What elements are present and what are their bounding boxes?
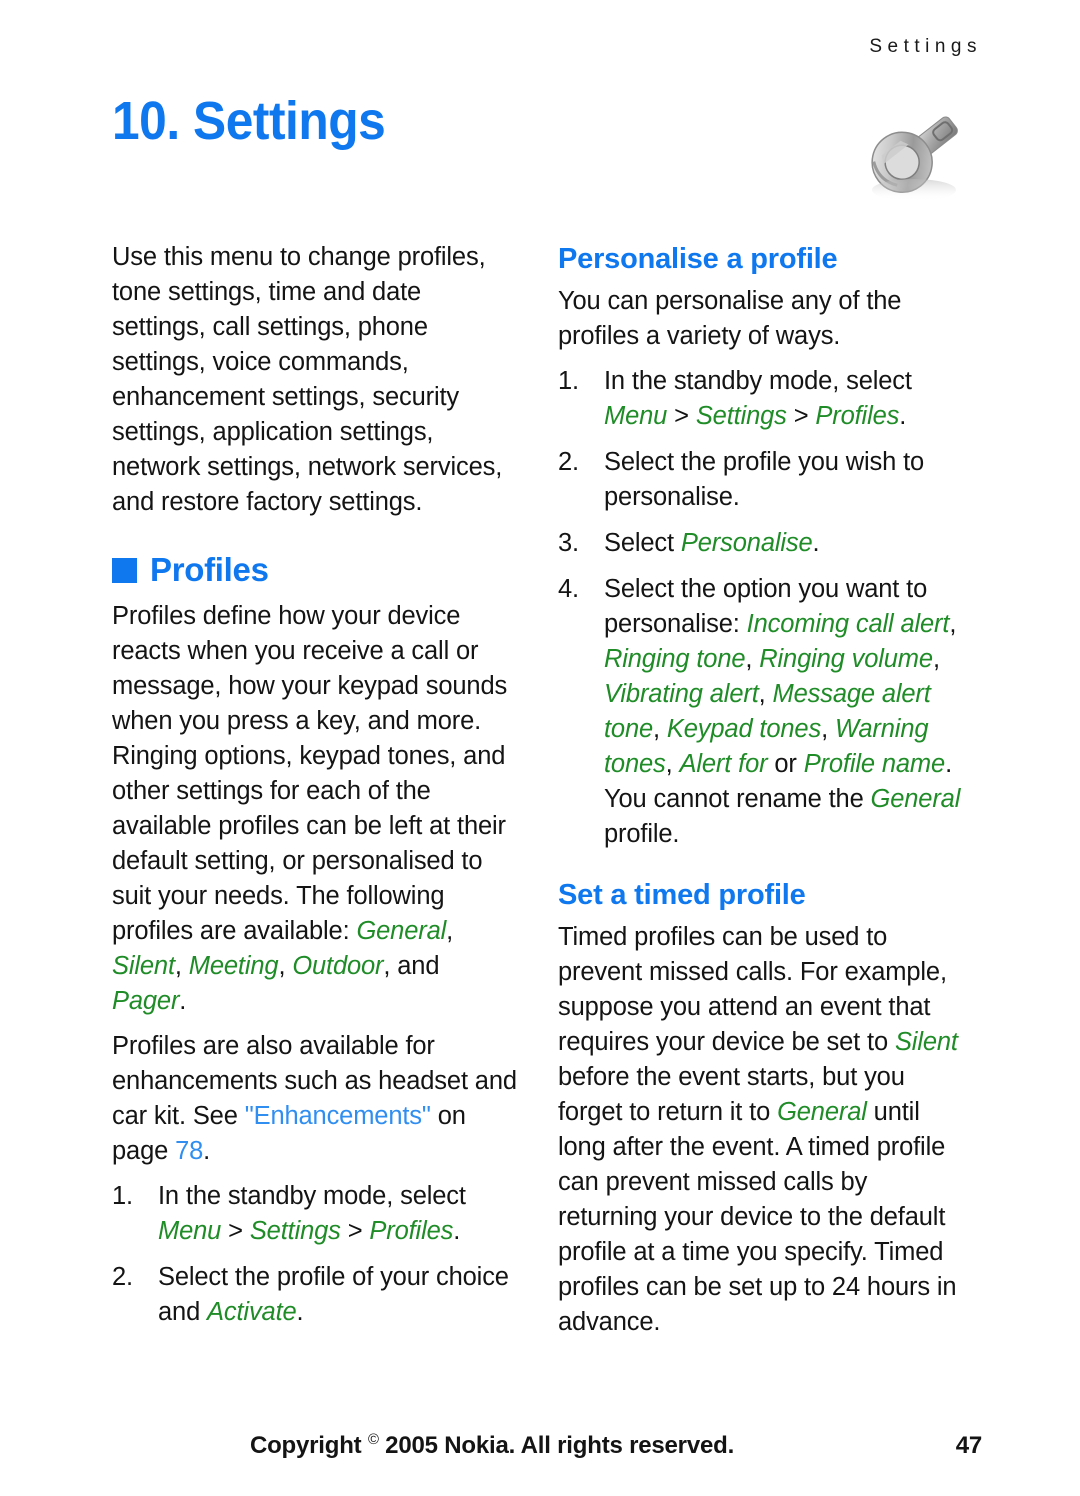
ui-term-general: General <box>356 917 447 945</box>
copyright-symbol: © <box>367 1432 379 1448</box>
left-steps-list: 1. In the standby mode, select Menu > Set… <box>112 1179 518 1330</box>
step-separator-2: > <box>340 1217 370 1245</box>
opt-separator-7: , <box>665 750 680 778</box>
ui-term-personalise: Personalise <box>680 529 813 557</box>
ui-term-keypad-tones: Keypad tones <box>666 715 822 743</box>
timed-profile-paragraph: Timed profiles can be used to prevent mi… <box>558 920 964 1340</box>
ui-term-ringing-volume: Ringing volume <box>759 645 933 673</box>
list-item: 4. Select the option you want to personal… <box>558 572 964 852</box>
step-text-after: . <box>453 1217 461 1245</box>
ui-term-settings: Settings <box>695 402 787 430</box>
list-item: 2. Select the profile you wish to persona… <box>558 445 964 515</box>
step-separator-1: > <box>221 1217 250 1245</box>
page-footer: Copyright © 2005 Nokia. All rights reser… <box>112 1432 982 1460</box>
ui-term-profiles: Profiles <box>815 402 900 430</box>
opt-separator-6: , <box>821 715 835 743</box>
step-text-before: Select <box>604 529 681 557</box>
running-head: Settings <box>869 36 982 57</box>
step-number: 2. <box>558 448 579 476</box>
step-text-after: . <box>812 529 820 557</box>
ui-term-alert-for: Alert for <box>679 750 768 778</box>
opt-separator-2: , <box>745 645 760 673</box>
ui-term-general: General <box>777 1098 867 1126</box>
step-text-after: . <box>899 402 907 430</box>
opt-separator-8: or <box>767 750 804 778</box>
opt-separator-4: , <box>758 680 773 708</box>
ui-term-general: General <box>870 785 961 813</box>
enhancements-paragraph: Profiles are also available for enhancem… <box>112 1029 518 1169</box>
ui-term-profiles: Profiles <box>369 1217 454 1245</box>
ui-term-settings: Settings <box>249 1217 341 1245</box>
personalise-intro-paragraph: You can personalise any of the profiles … <box>558 287 902 350</box>
list-item: 1. In the standby mode, select Menu > Set… <box>112 1179 518 1249</box>
ui-term-silent: Silent <box>894 1028 958 1056</box>
ui-term-profile-name: Profile name <box>803 750 946 778</box>
sep-comma-2: , <box>174 952 189 980</box>
list-item: 2. Select the profile of your choice and … <box>112 1260 518 1330</box>
square-bullet-icon <box>112 557 137 583</box>
step-text: Select the profile you wish to personali… <box>604 448 925 511</box>
subheading-personalise-a-profile: Personalise a profile <box>558 243 838 275</box>
period-2: . <box>203 1137 211 1165</box>
xref-link-page-78[interactable]: 78 <box>175 1137 203 1165</box>
sep-comma-1: , <box>446 917 454 945</box>
step-text-before: In the standby mode, select <box>604 367 912 395</box>
opt-separator-5: , <box>653 715 667 743</box>
ui-term-vibrating-alert: Vibrating alert <box>604 680 759 708</box>
list-item: 1. In the standby mode, select Menu > Set… <box>558 364 964 434</box>
ui-term-incoming-call-alert: Incoming call alert <box>746 610 950 638</box>
step-number: 2. <box>112 1263 133 1291</box>
ui-term-ringing-tone: Ringing tone <box>604 645 746 673</box>
sep-and: , and <box>383 952 440 980</box>
ui-term-meeting: Meeting <box>188 952 279 980</box>
step-text-after: . <box>296 1298 304 1326</box>
left-column: Use this menu to change profiles, tone s… <box>112 240 518 1341</box>
subheading-set-a-timed-profile: Set a timed profile <box>558 879 806 911</box>
section-heading-profiles: Profiles <box>112 550 518 590</box>
step-number: 1. <box>558 367 579 395</box>
sep-comma-3: , <box>278 952 293 980</box>
section-heading-label: Profiles <box>150 551 269 588</box>
profiles-paragraph-text: Profiles define how your device reacts w… <box>112 602 508 945</box>
step-number: 1. <box>112 1182 133 1210</box>
copyright-suffix: 2005 Nokia. All rights reserved. <box>378 1432 735 1459</box>
personalise-steps-list: 1. In the standby mode, select Menu > Set… <box>558 364 964 852</box>
ui-term-pager: Pager <box>112 987 180 1015</box>
right-column: Personalise a profile You can personalis… <box>558 240 964 1350</box>
copyright-notice: Copyright © 2005 Nokia. All rights reser… <box>112 1432 942 1460</box>
wrench-icon <box>856 104 976 214</box>
ui-term-activate: Activate <box>207 1298 297 1326</box>
chapter-title: 10. Settings <box>112 91 386 151</box>
ui-term-menu: Menu <box>158 1217 222 1245</box>
timed-text-part3: until long after the event. A timed prof… <box>558 1098 957 1336</box>
step-number: 3. <box>558 529 579 557</box>
intro-paragraph: Use this menu to change profiles, tone s… <box>112 243 503 516</box>
xref-link-enhancements[interactable]: "Enhancements" <box>245 1102 431 1130</box>
step-text-after: profile. <box>604 820 680 848</box>
step-separator-2: > <box>786 402 816 430</box>
profiles-paragraph: Profiles define how your device reacts w… <box>112 599 518 1019</box>
period-1: . <box>179 987 187 1015</box>
ui-term-menu: Menu <box>604 402 668 430</box>
ui-term-silent: Silent <box>112 952 175 980</box>
list-item: 3. Select Personalise. <box>558 526 964 561</box>
opt-separator-3: , <box>932 645 940 673</box>
timed-text-part1: Timed profiles can be used to prevent mi… <box>558 923 947 1056</box>
copyright-prefix: Copyright <box>249 1432 368 1459</box>
ui-term-outdoor: Outdoor <box>292 952 384 980</box>
opt-separator-1: , <box>949 610 957 638</box>
document-page: Settings 10. Settings Use this menu to c… <box>0 0 1080 1496</box>
page-number: 47 <box>955 1432 982 1459</box>
step-text-before: In the standby mode, select <box>158 1182 466 1210</box>
step-separator-1: > <box>667 402 696 430</box>
step-number: 4. <box>558 575 579 603</box>
